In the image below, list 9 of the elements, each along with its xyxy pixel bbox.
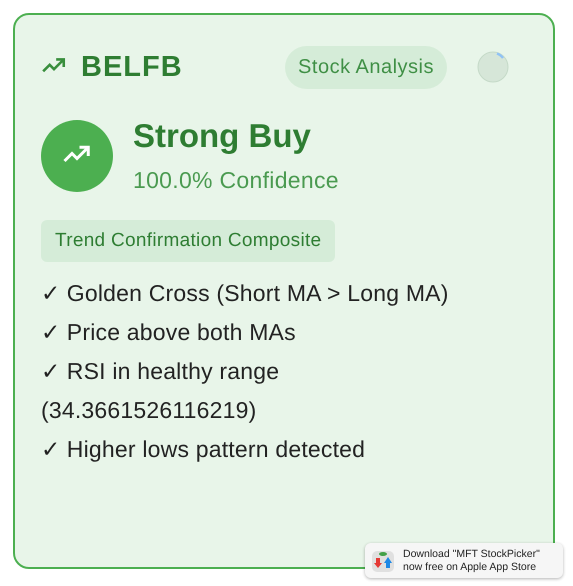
reason-text: ✓ RSI in healthy range (34.3661526116219) [41, 357, 280, 425]
stock-symbol: BELFB [81, 50, 183, 84]
reason-text: ✓ Price above both MAs [41, 318, 297, 347]
reason-text: ✓ Higher lows pattern detected [41, 435, 366, 464]
strategy-tag: Trend Confirmation Composite [41, 220, 336, 262]
confidence-text: 100.0% Confidence [133, 167, 339, 194]
stock-analysis-badge: Stock Analysis [285, 46, 447, 88]
reason-text: ✓ Golden Cross (Short MA > Long MA) [41, 279, 450, 308]
signal-title: Strong Buy [133, 117, 312, 155]
